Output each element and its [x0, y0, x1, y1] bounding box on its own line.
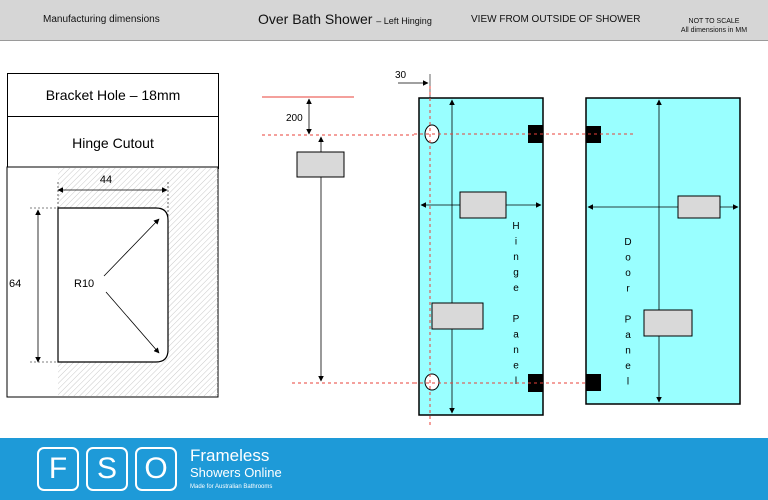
width-label: 44 — [100, 174, 112, 186]
hinge-panel-letter: a — [513, 330, 519, 341]
hinge-panel-letter: n — [513, 252, 519, 263]
hinge-panel-letter: H — [512, 221, 519, 232]
door-panel-letter: o — [625, 253, 631, 264]
door-panel-letter: o — [625, 268, 631, 279]
hinge-panel-letter: g — [513, 268, 519, 279]
hinge-panel-letter: n — [513, 345, 519, 356]
edge-offset-label: 30 — [395, 70, 407, 81]
door-panel-letter: a — [625, 330, 631, 341]
hinge-cutout-detail: 44 64 R10 — [6, 166, 219, 398]
logo-letter-o: O — [135, 447, 177, 491]
door-panel: DoorPanel — [585, 97, 741, 405]
hinge-panel-letter: e — [513, 283, 519, 294]
hinge-panel-letter: i — [515, 237, 517, 248]
door-panel-letter: l — [627, 377, 629, 388]
hinge-handle-block — [459, 191, 507, 219]
edge-offset: 30 — [395, 70, 431, 98]
hinge-panel-glass — [418, 97, 544, 416]
offset-label: 200 — [286, 113, 303, 124]
brand-line-2: Showers Online — [190, 465, 282, 480]
door-bottom-bracket — [586, 374, 601, 391]
door-mid-block — [643, 309, 693, 337]
door-panel-letter: n — [625, 346, 631, 357]
door-panel-letter: e — [625, 361, 631, 372]
hinge-bottom-hole — [424, 373, 440, 391]
footer-bar: F S O Frameless Showers Online Made for … — [0, 438, 768, 500]
height-label: 64 — [9, 278, 21, 290]
bracket-offset-diagram: 200 — [262, 96, 414, 384]
hinge-panel: HingePanel — [418, 97, 544, 416]
door-handle-block — [677, 195, 721, 219]
logo-letter-s: S — [86, 447, 128, 491]
bracket-block — [296, 151, 345, 178]
door-panel-letter: D — [624, 237, 631, 248]
door-panel-glass — [585, 97, 741, 405]
radius-label: R10 — [74, 278, 94, 290]
door-panel-letter: P — [625, 315, 632, 326]
brand-line-1: Frameless — [190, 446, 270, 465]
hinge-panel-letter: e — [513, 361, 519, 372]
brand-tagline: Made for Australian Bathrooms — [190, 484, 273, 490]
technical-drawing: 44 64 R10 200 30 HingePanel DoorPanel — [6, 70, 741, 428]
hinge-mid-block — [431, 302, 484, 330]
logo-letter-f: F — [37, 447, 79, 491]
hinge-panel-letter: l — [515, 376, 517, 387]
hinge-panel-letter: P — [513, 314, 520, 325]
